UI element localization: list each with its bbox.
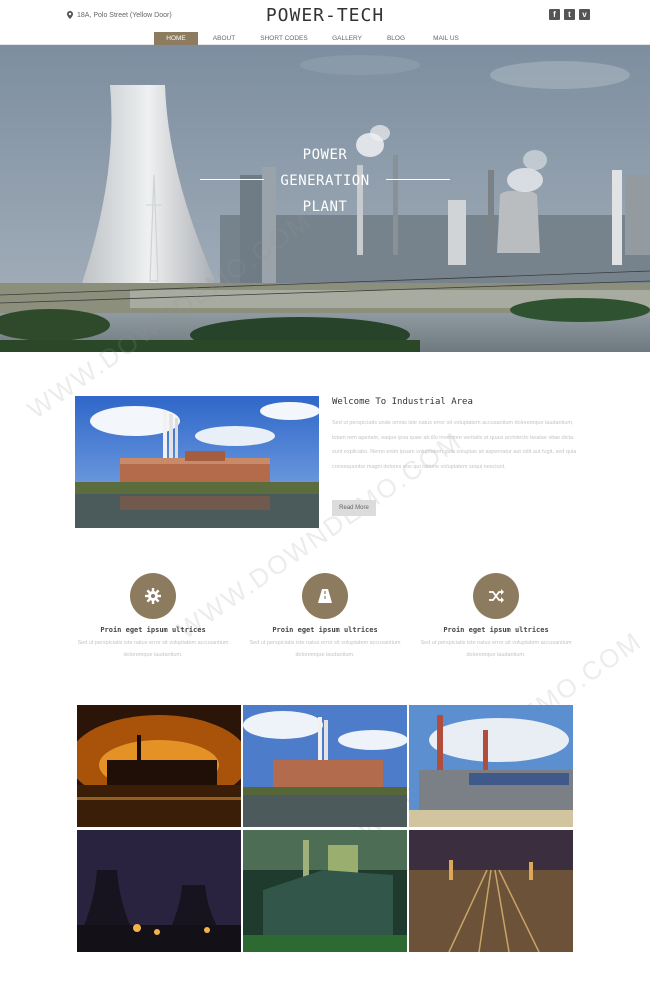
feature-title: Proin eget ipsum ultrices xyxy=(443,626,549,634)
feature-text: Sed ut perspiciatis iste natus error sit… xyxy=(249,640,401,658)
facebook-icon[interactable]: f xyxy=(549,9,560,20)
gallery-image[interactable] xyxy=(77,830,241,952)
feature-card: Proin eget ipsum ultrices Sed ut perspic… xyxy=(240,573,410,661)
feature-title: Proin eget ipsum ultrices xyxy=(100,626,206,634)
feature-icon-circle xyxy=(473,573,519,619)
gallery-image[interactable] xyxy=(409,830,573,952)
gear-icon xyxy=(145,588,161,604)
hero-banner: POWER GENERATION PLANT xyxy=(0,45,650,352)
welcome-title: Welcome To Industrial Area xyxy=(332,397,473,407)
feature-title: Proin eget ipsum ultrices xyxy=(272,626,378,634)
read-more-button[interactable]: Read More xyxy=(332,500,376,516)
gallery-image[interactable] xyxy=(243,705,407,827)
shuffle-icon xyxy=(489,589,504,603)
site-header: 18A, Polo Street (Yellow Door) POWER-TEC… xyxy=(0,0,650,32)
feature-card: Proin eget ipsum ultrices Sed ut perspic… xyxy=(411,573,581,661)
hero-title: POWER GENERATION PLANT xyxy=(0,142,650,220)
gallery-image[interactable] xyxy=(243,830,407,952)
vimeo-icon[interactable]: v xyxy=(579,9,590,20)
welcome-image xyxy=(75,396,319,528)
nav-gallery[interactable]: GALLERY xyxy=(327,32,367,45)
hero-title-line-3: PLANT xyxy=(302,199,348,215)
gallery-image[interactable] xyxy=(409,705,573,827)
hero-title-line-2: GENERATION xyxy=(280,173,370,189)
feature-icon-circle xyxy=(302,573,348,619)
twitter-icon[interactable]: t xyxy=(564,9,575,20)
feature-card: Proin eget ipsum ultrices Sed ut perspic… xyxy=(68,573,238,661)
feature-text: Sed ut perspiciatis iste natus error sit… xyxy=(420,640,572,658)
feature-icon-circle xyxy=(130,573,176,619)
gallery-image[interactable] xyxy=(77,705,241,827)
nav-about[interactable]: ABOUT xyxy=(206,32,242,45)
feature-text: Sed ut perspiciatis iste natus error sit… xyxy=(77,640,229,658)
nav-home[interactable]: HOME xyxy=(154,32,198,45)
welcome-text: Sed ut perspiciatis unde omnis iste natu… xyxy=(332,420,577,470)
main-nav: HOME ABOUT SHORT CODES GALLERY BLOG MAIL… xyxy=(0,32,650,45)
nav-short-codes[interactable]: SHORT CODES xyxy=(256,32,312,45)
road-icon xyxy=(318,589,332,603)
nav-blog[interactable]: BLOG xyxy=(381,32,411,45)
nav-mail-us[interactable]: MAIL US xyxy=(426,32,466,45)
hero-title-line-1: POWER xyxy=(302,147,348,163)
social-links: f t v xyxy=(549,9,590,20)
